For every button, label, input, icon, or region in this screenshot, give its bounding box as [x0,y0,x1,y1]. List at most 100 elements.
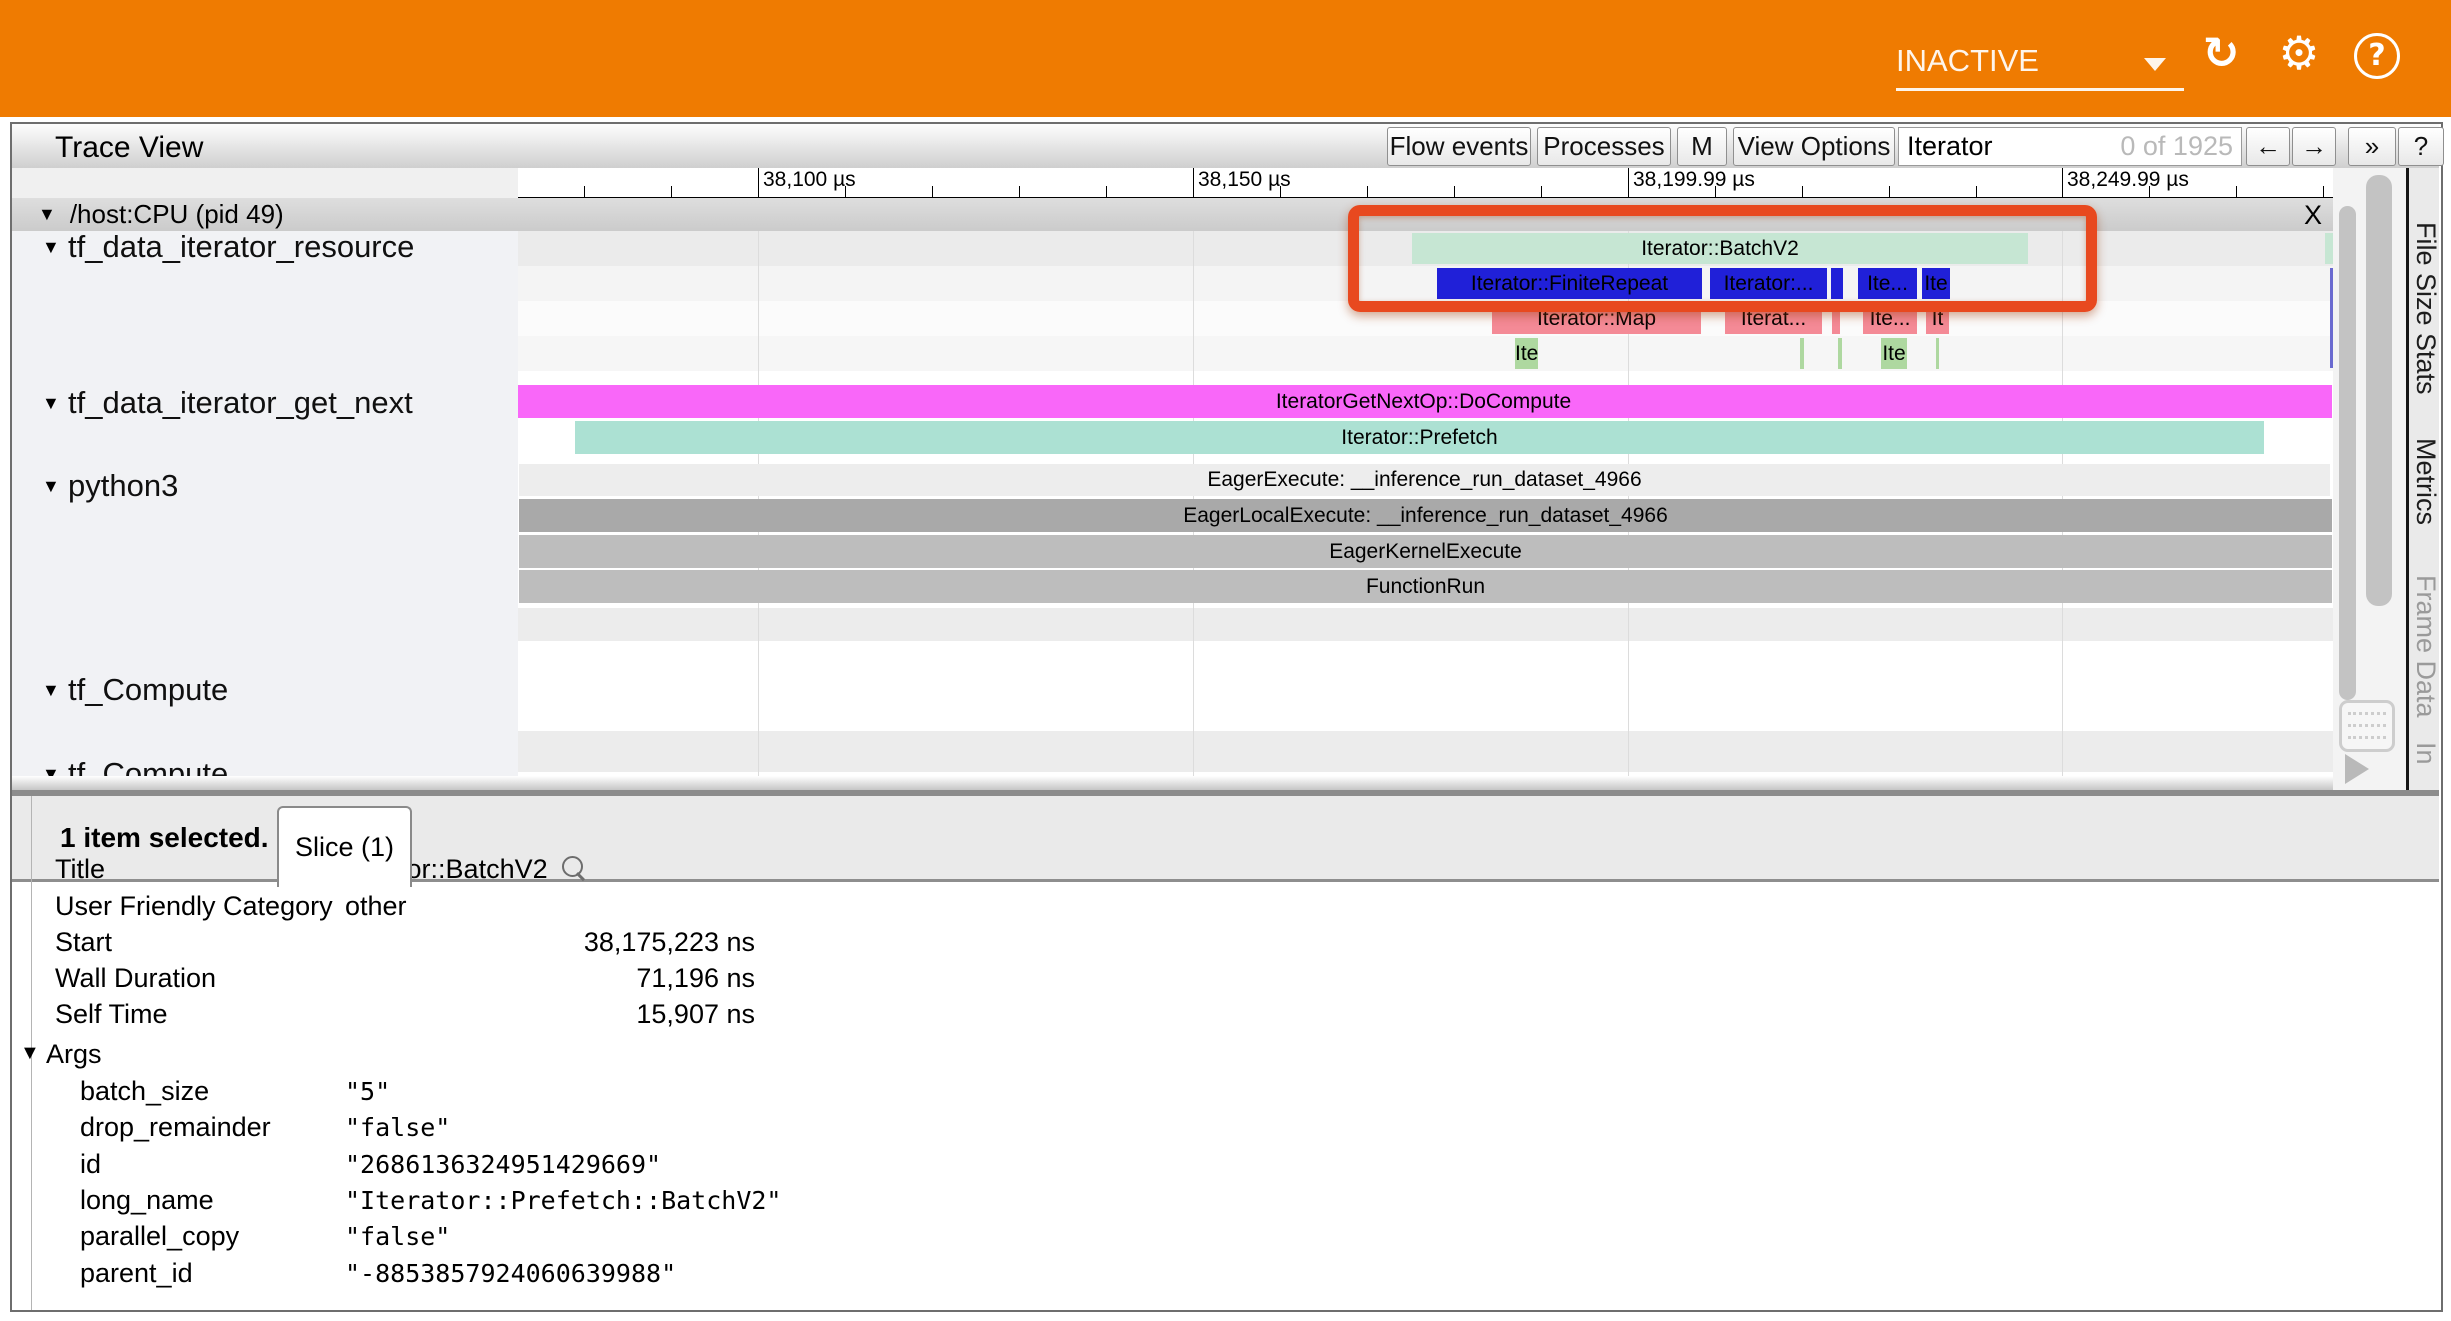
gear-icon[interactable]: ⚙ [2274,26,2324,80]
track-label: tf_data_iterator_resource [68,229,414,265]
outer-vertical-scrollbar[interactable] [2366,175,2392,606]
trace-event[interactable]: Iterator::Map [1492,303,1701,334]
collapse-triangle-icon[interactable]: ▼ [42,476,68,497]
trace-event[interactable] [1831,268,1843,299]
ruler-tick-minor [584,186,585,197]
search-nav-button-0[interactable]: ← [2246,127,2290,166]
detail-label: Wall Duration [55,963,216,994]
toolbar-button-view-options[interactable]: View Options [1733,127,1895,166]
trace-event[interactable]: Iterator:... [1710,268,1827,299]
args-collapse-triangle-icon[interactable]: ▼ [20,1042,40,1065]
chevron-down-icon [2144,58,2166,71]
ruler-corner [12,168,518,198]
refresh-icon[interactable]: ↻ [2196,28,2246,79]
detail-value: 15,907 ns [345,999,755,1030]
sidebar-tab-in[interactable]: In [2410,742,2441,765]
arg-value: "false" [345,1113,450,1142]
scrollbar-zone [2333,168,2406,790]
trace-event[interactable]: EagerLocalExecute: __inference_run_datas… [519,499,2332,532]
collapse-triangle-icon[interactable]: ▼ [42,680,68,701]
trace-event[interactable]: Ite [1515,338,1538,369]
row-stripe [518,336,2333,371]
trace-event[interactable]: Ite... [1858,268,1917,299]
track-label: python3 [68,468,178,504]
track-row-python3[interactable]: ▼python3 [12,466,178,506]
run-mode-dropdown[interactable]: INACTIVE [1896,34,2184,91]
arg-key: id [80,1149,101,1180]
sidebar-tab-frame-data[interactable]: Frame Data [2410,575,2441,718]
trace-event[interactable] [2325,233,2333,264]
track-row-tf_Compute[interactable]: ▼tf_Compute [12,670,228,710]
row-stripe [518,608,2333,641]
trace-event[interactable]: EagerKernelExecute [519,535,2332,568]
arg-row-long_name: long_name"Iterator::Prefetch::BatchV2" [12,1182,2412,1218]
trace-event[interactable]: Ite [1881,338,1907,369]
trace-event[interactable]: It [1926,303,1949,334]
arg-row-parallel_copy: parallel_copy"false" [12,1218,2412,1254]
search-nav-button-3[interactable]: ? [2398,127,2444,166]
drag-handle[interactable] [2339,700,2395,752]
magnifier-icon[interactable] [562,856,583,877]
search-value: Iterator [1899,131,2120,162]
horizontal-scrollbar[interactable] [12,776,2333,790]
arg-value: "-8853857924060639988" [345,1259,676,1288]
trace-event[interactable]: Iterator::FiniteRepeat [1437,268,1702,299]
help-icon[interactable]: ? [2354,33,2400,79]
trace-event[interactable]: EagerExecute: __inference_run_dataset_49… [519,464,2330,496]
trace-event[interactable]: Iterator::Prefetch [575,421,2264,454]
collapse-triangle-icon[interactable]: ▼ [42,393,68,414]
ruler-tick-minor [1454,186,1455,197]
ruler-tick-minor [1541,186,1542,197]
ruler-tick-minor [2323,186,2324,197]
row-stripe [518,301,2333,336]
tab-slice[interactable]: Slice (1) [277,806,412,887]
trace-event[interactable] [1838,338,1842,369]
trace-event[interactable]: Ite... [1863,303,1917,334]
trace-event[interactable]: Iterat... [1725,303,1822,334]
ruler-tick-minor [1019,186,1020,197]
detail-label: User Friendly Category [55,891,333,922]
ruler-tick-minor [932,186,933,197]
detail-label: Self Time [55,999,168,1030]
trace-event[interactable] [1832,303,1840,334]
arg-row-drop_remainder: drop_remainder"false" [12,1109,2412,1145]
track-row-tf_data_iterator_get_next[interactable]: ▼tf_data_iterator_get_next [12,383,413,423]
trace-event[interactable]: Iterator::BatchV2 [1412,233,2028,264]
sidebar-tab-file-size-stats[interactable]: File Size Stats [2410,222,2441,395]
search-nav-button-1[interactable]: → [2292,127,2336,166]
resize-triangle-icon[interactable] [2345,754,2369,784]
ruler-tick-minor [845,186,846,197]
collapse-triangle-icon[interactable]: ▼ [38,204,56,225]
detail-value: 38,175,223 ns [345,927,755,958]
trace-event[interactable] [1936,338,1939,369]
toolbar-button-processes[interactable]: Processes [1537,127,1671,166]
trace-event[interactable] [1800,338,1804,369]
timeline-ruler: 38,100 µs38,150 µs38,199.99 µs38,249.99 … [518,168,2333,198]
trace-event[interactable]: Ite [1922,268,1950,299]
row-stripe [518,266,2333,301]
inner-vertical-scrollbar[interactable] [2339,206,2356,700]
close-process-button[interactable]: X [2294,200,2332,230]
detail-value: other [345,891,407,922]
ruler-tick-minor [1715,186,1716,197]
track-row-tf_data_iterator_resource[interactable]: ▼tf_data_iterator_resource [12,227,414,267]
collapse-triangle-icon[interactable]: ▼ [42,237,68,258]
sidebar-tab-metrics[interactable]: Metrics [2410,438,2441,525]
arg-row-parent_id: parent_id "-8853857924060639988" [12,1255,2412,1291]
page-title: Trace View [55,131,203,165]
arg-value: "2686136324951429669" [345,1150,661,1179]
ruler-tick-minor [1802,186,1803,197]
ruler-tick-major: 38,100 µs [758,168,856,197]
arg-key: parent_id [80,1258,193,1289]
timeline-canvas[interactable]: Iterator::BatchV2Iterator::FiniteRepeatI… [518,231,2333,776]
arg-value: "5" [345,1077,390,1106]
ruler-tick-minor [1976,186,1977,197]
ruler-tick-minor [1280,186,1281,197]
search-nav-button-2[interactable]: » [2348,127,2396,166]
toolbar-button-m[interactable]: M [1677,127,1727,166]
toolbar-button-flow-events[interactable]: Flow events [1387,127,1531,166]
search-input[interactable]: Iterator 0 of 1925 [1898,127,2242,166]
ruler-tick-major: 38,199.99 µs [1628,168,1755,197]
trace-event[interactable]: FunctionRun [519,570,2332,603]
trace-event[interactable]: IteratorGetNextOp::DoCompute [518,385,2332,418]
